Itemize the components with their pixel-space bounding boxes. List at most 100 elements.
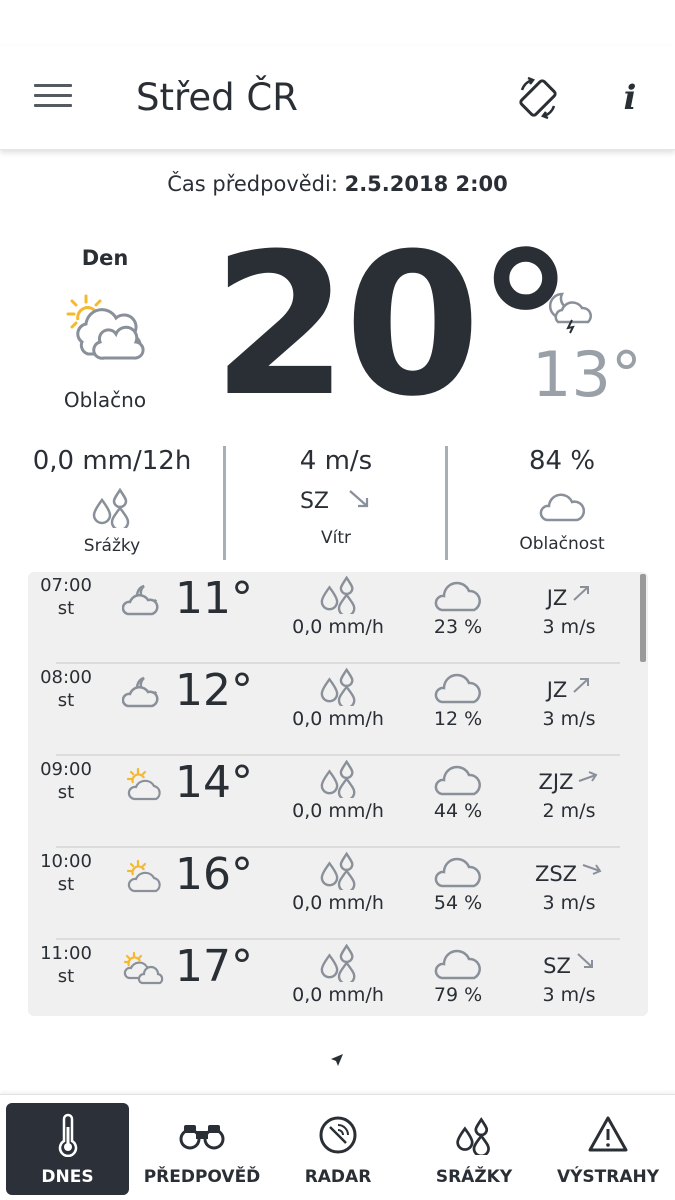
forecast-time: Čas předpovědi: 2.5.2018 2:00	[0, 172, 675, 196]
stat-wind: 4 m/s SZ Vítr	[230, 446, 442, 548]
nav-tab-vystrahy[interactable]: VÝSTRAHY	[544, 1103, 672, 1195]
hour-cloudiness: 79 %	[433, 984, 483, 1006]
bottom-navigation: DNES PŘEDPOVĚĎ RADAR SRÁŽKY VÝSTRAHY	[0, 1094, 675, 1200]
hour-cloudiness: 44 %	[433, 800, 483, 822]
cloud-icon	[434, 765, 481, 796]
menu-bar	[34, 94, 72, 97]
divider	[445, 446, 448, 560]
hour-cloudiness: 23 %	[433, 616, 483, 638]
radar-icon	[319, 1116, 357, 1154]
info-button[interactable]: i	[618, 74, 642, 122]
nav-label: VÝSTRAHY	[556, 1167, 660, 1187]
moon-cloud-icon	[122, 584, 159, 616]
precipitation-value: 0,0 mm/12h	[32, 446, 192, 476]
hour-temperature: 17°	[175, 941, 253, 992]
sun-cloud-icon	[126, 859, 161, 893]
location-title[interactable]: Střed ČR	[136, 76, 298, 119]
menu-bar	[34, 104, 72, 107]
hour-precipitation: 0,0 mm/h	[292, 800, 384, 822]
hourly-row[interactable]: 10:00 st 16° 0,0 mm/h 54 % ZSZ 3 m/s	[28, 848, 648, 940]
hour-wind-direction: ZSZ	[512, 860, 626, 886]
thermometer-icon	[58, 1113, 77, 1157]
hour-precipitation: 0,0 mm/h	[292, 616, 384, 638]
hour-precipitation: 0,0 mm/h	[292, 984, 384, 1006]
hourly-forecast-list[interactable]: 07:00 st 11° 0,0 mm/h 23 % JZ 3 m/s 08:00…	[28, 572, 648, 1016]
hour-wind-direction: ZJZ	[512, 768, 626, 794]
menu-button[interactable]	[34, 84, 72, 112]
nav-tab-predpoved[interactable]: PŘEDPOVĚĎ	[138, 1103, 266, 1195]
forecast-time-value: 2.5.2018 2:00	[344, 172, 508, 196]
precipitation-label: Srážky	[83, 536, 141, 556]
hour-temperature: 11°	[175, 573, 253, 624]
cloud-icon	[434, 949, 481, 980]
raindrops-icon	[92, 487, 130, 532]
hour-temperature: 14°	[175, 757, 253, 808]
forecast-time-label: Čas předpovědi:	[167, 172, 338, 196]
sun-clouds-icon	[123, 951, 164, 985]
warning-icon	[588, 1116, 628, 1152]
arrow-up-right-icon	[573, 586, 590, 601]
stat-cloudiness: 84 % Oblačnost	[452, 446, 672, 554]
hour-wind-direction: SZ	[512, 952, 626, 978]
wind-label: Vítr	[320, 528, 351, 548]
app-header: Střed ČR i	[0, 46, 675, 150]
arrow-down-right-icon	[349, 490, 369, 508]
hour-temperature: 16°	[175, 849, 253, 900]
hour-wind-speed: 3 m/s	[542, 892, 596, 914]
hour-wind-direction: JZ	[512, 584, 626, 610]
hour-wind-direction: JZ	[512, 676, 626, 702]
hour-time: 08:00 st	[40, 667, 92, 711]
cloud-icon	[434, 673, 481, 704]
nav-tab-dnes[interactable]: DNES	[6, 1103, 129, 1195]
nav-tab-radar[interactable]: RADAR	[274, 1103, 402, 1195]
day-condition: Oblačno	[63, 388, 147, 412]
raindrops-icon	[456, 1117, 490, 1155]
hourly-row[interactable]: 07:00 st 11° 0,0 mm/h 23 % JZ 3 m/s	[28, 572, 648, 664]
moon-storm-icon	[548, 292, 592, 334]
raindrops-icon	[320, 667, 356, 706]
wind-direction-row: SZ	[230, 488, 442, 522]
cloud-icon	[434, 581, 481, 612]
hour-time: 11:00 st	[40, 943, 92, 987]
cloudiness-value: 84 %	[528, 446, 596, 476]
stat-precipitation: 0,0 mm/12h Srážky	[12, 446, 212, 556]
rotate-screen-button[interactable]	[514, 74, 562, 122]
nav-label: RADAR	[304, 1167, 372, 1187]
hour-precipitation: 0,0 mm/h	[292, 892, 384, 914]
hour-wind-speed: 3 m/s	[542, 984, 596, 1006]
night-temperature: 13°	[532, 338, 642, 411]
cloudiness-label: Oblačnost	[519, 534, 605, 554]
hourly-row[interactable]: 09:00 st 14° 0,0 mm/h 44 % ZJZ 2 m/s	[28, 756, 648, 848]
hour-time: 10:00 st	[40, 851, 92, 895]
menu-bar	[34, 84, 72, 87]
divider	[223, 446, 226, 560]
nav-label: PŘEDPOVĚĎ	[143, 1167, 261, 1187]
sun-cloud-icon	[126, 767, 161, 801]
arrow-up-right-icon	[573, 678, 590, 693]
day-label: Den	[81, 246, 129, 270]
raindrops-icon	[320, 759, 356, 798]
arrow-right-up-icon	[579, 771, 598, 782]
hour-wind-speed: 3 m/s	[542, 708, 596, 730]
nav-tab-srazky[interactable]: SRÁŽKY	[410, 1103, 538, 1195]
hourly-row[interactable]: 11:00 st 17° 0,0 mm/h 79 % SZ 3 m/s	[28, 940, 648, 1016]
cloud-icon	[539, 493, 586, 522]
sun-cloud-icon	[66, 294, 145, 360]
cloud-icon	[434, 857, 481, 888]
wind-value: 4 m/s	[299, 446, 373, 476]
arrow-down-right-icon	[577, 953, 593, 968]
hour-cloudiness: 54 %	[433, 892, 483, 914]
moon-cloud-icon	[122, 676, 159, 708]
navigation-arrow-icon	[331, 1054, 343, 1066]
hour-time: 09:00 st	[40, 759, 92, 803]
raindrops-icon	[320, 575, 356, 614]
wind-direction: SZ	[299, 489, 330, 514]
nav-label: DNES	[41, 1167, 94, 1187]
current-temperature: 20°	[212, 212, 575, 440]
binoculars-icon	[179, 1125, 225, 1150]
raindrops-icon	[320, 851, 356, 890]
hour-time: 07:00 st	[40, 575, 92, 619]
raindrops-icon	[320, 943, 356, 982]
hour-wind-speed: 2 m/s	[542, 800, 596, 822]
hourly-row[interactable]: 08:00 st 12° 0,0 mm/h 12 % JZ 3 m/s	[28, 664, 648, 756]
